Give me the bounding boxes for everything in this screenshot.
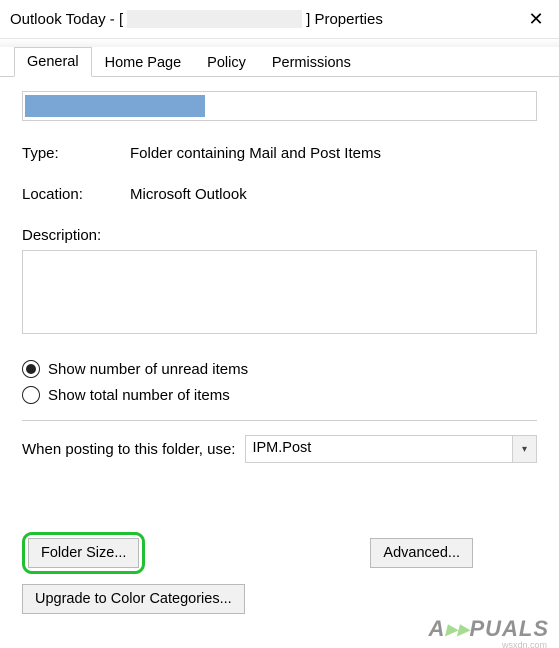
watermark-logo: A▸▸PUALS [428,616,549,642]
posting-label: When posting to this folder, use: [22,441,235,458]
folder-name-selected-text [25,95,205,117]
tabstrip-gradient [0,39,559,47]
type-label: Type: [22,145,130,162]
buttons-row-2: Upgrade to Color Categories... [22,584,537,614]
chevron-down-icon[interactable]: ▾ [512,436,536,462]
tab-policy[interactable]: Policy [194,48,259,77]
location-value: Microsoft Outlook [130,186,247,203]
tabstrip: General Home Page Policy Permissions [0,47,559,77]
radio-icon-checked [22,360,40,378]
close-button[interactable]: ✕ [513,3,559,35]
close-icon: ✕ [528,9,543,30]
section-divider [22,420,537,421]
watermark-sub: wsxdn.com [502,640,547,648]
radio-total-label: Show total number of items [48,387,230,404]
radio-icon-unchecked [22,386,40,404]
posting-value: IPM.Post [246,436,512,462]
type-row: Type: Folder containing Mail and Post It… [22,145,537,162]
description-row: Description: [22,227,537,338]
tab-home-page[interactable]: Home Page [92,48,195,77]
posting-row: When posting to this folder, use: IPM.Po… [22,435,537,463]
posting-combo[interactable]: IPM.Post ▾ [245,435,537,463]
location-row: Location: Microsoft Outlook [22,186,537,203]
upgrade-categories-button[interactable]: Upgrade to Color Categories... [22,584,245,614]
folder-size-highlight: Folder Size... [22,532,145,574]
folder-name-input[interactable] [22,91,537,121]
general-panel: Type: Folder containing Mail and Post It… [0,77,559,463]
item-count-radios: Show number of unread items Show total n… [22,360,537,404]
radio-unread-label: Show number of unread items [48,361,248,378]
title-account-redacted [127,10,302,28]
tab-general[interactable]: General [14,47,92,77]
radio-unread[interactable]: Show number of unread items [22,360,537,378]
title-prefix: Outlook Today - [ [10,11,123,28]
location-label: Location: [22,186,130,203]
advanced-button[interactable]: Advanced... [370,538,473,568]
titlebar: Outlook Today - [ ] Properties ✕ [0,0,559,38]
folder-size-button[interactable]: Folder Size... [28,538,139,568]
properties-dialog: Outlook Today - [ ] Properties ✕ General… [0,0,559,648]
radio-total[interactable]: Show total number of items [22,386,537,404]
description-input[interactable] [22,250,537,334]
buttons-area: Folder Size... Advanced... Upgrade to Co… [22,532,537,614]
buttons-row-1: Folder Size... Advanced... [22,532,537,574]
title-suffix: ] Properties [306,11,383,28]
description-label: Description: [22,227,537,244]
type-value: Folder containing Mail and Post Items [130,145,381,162]
tab-permissions[interactable]: Permissions [259,48,364,77]
